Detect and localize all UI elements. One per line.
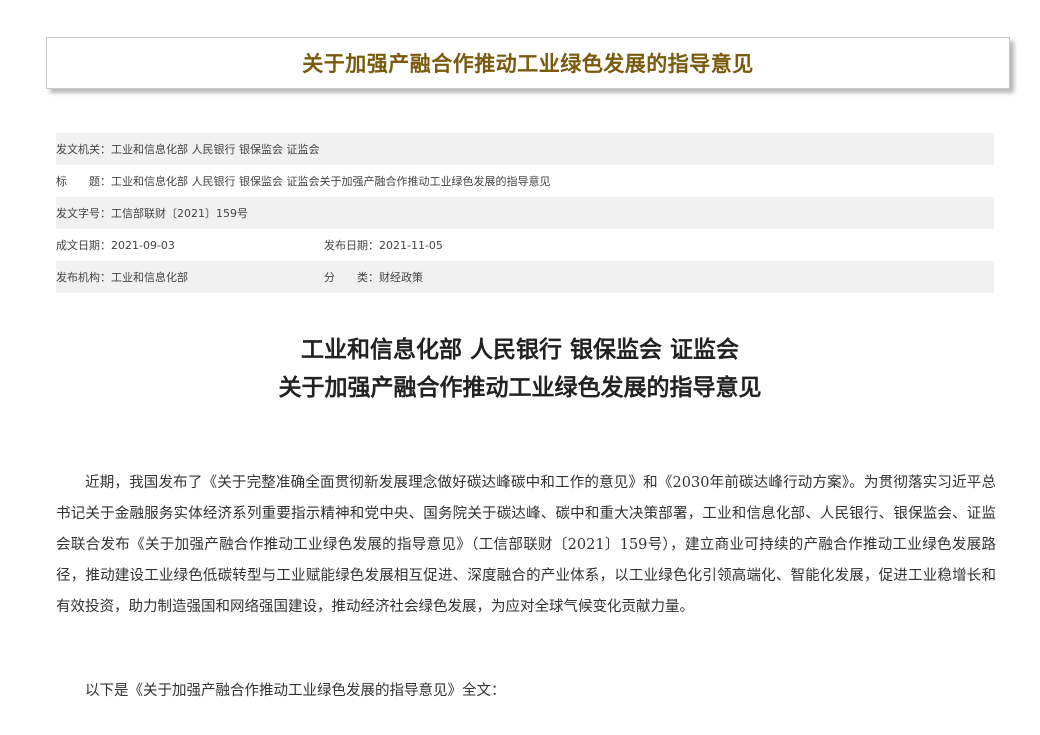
doc-number-value: 工信部联财〔2021〕159号 — [111, 207, 248, 220]
category-label: 分 类： — [324, 271, 379, 284]
issuer-value: 工业和信息化部 人民银行 银保监会 证监会 — [111, 143, 320, 156]
meta-row-dates: 成文日期： 2021-09-03 发布日期： 2021-11-05 — [56, 229, 994, 261]
document-title-line2: 关于加强产融合作推动工业绿色发展的指导意见 — [278, 375, 762, 401]
meta-row-doc-number: 发文字号： 工信部联财〔2021〕159号 — [56, 197, 994, 229]
banner-title: 关于加强产融合作推动工业绿色发展的指导意见 — [302, 52, 754, 76]
publish-date-value: 2021-11-05 — [379, 238, 443, 252]
document-metadata-table: 发文机关： 工业和信息化部 人民银行 银保监会 证监会 标 题： 工业和信息化部… — [56, 133, 994, 293]
subject-label: 标 题： — [56, 175, 111, 188]
publisher-label: 发布机构： — [56, 271, 111, 284]
publish-date-label: 发布日期： — [324, 239, 379, 252]
intro-paragraph: 近期，我国发布了《关于完整准确全面贯彻新发展理念做好碳达峰碳中和工作的意见》和《… — [56, 475, 996, 615]
written-date-value: 2021-09-03 — [111, 238, 175, 252]
meta-row-publisher: 发布机构： 工业和信息化部 分 类： 财经政策 — [56, 261, 994, 293]
issuer-label: 发文机关： — [56, 143, 111, 156]
subject-value: 工业和信息化部 人民银行 银保监会 证监会关于加强产融合作推动工业绿色发展的指导… — [111, 175, 551, 188]
document-title-line1: 工业和信息化部 人民银行 银保监会 证监会 — [300, 337, 740, 363]
meta-row-subject: 标 题： 工业和信息化部 人民银行 银保监会 证监会关于加强产融合作推动工业绿色… — [56, 165, 994, 197]
publisher-value: 工业和信息化部 — [111, 271, 188, 284]
header-banner: 关于加强产融合作推动工业绿色发展的指导意见 — [46, 37, 1010, 89]
category-value: 财经政策 — [379, 271, 423, 284]
fulltext-intro-paragraph: 以下是《关于加强产融合作推动工业绿色发展的指导意见》全文： — [85, 683, 506, 699]
meta-row-issuer: 发文机关： 工业和信息化部 人民银行 银保监会 证监会 — [56, 133, 994, 165]
written-date-label: 成文日期： — [56, 239, 111, 252]
doc-number-label: 发文字号： — [56, 207, 111, 220]
